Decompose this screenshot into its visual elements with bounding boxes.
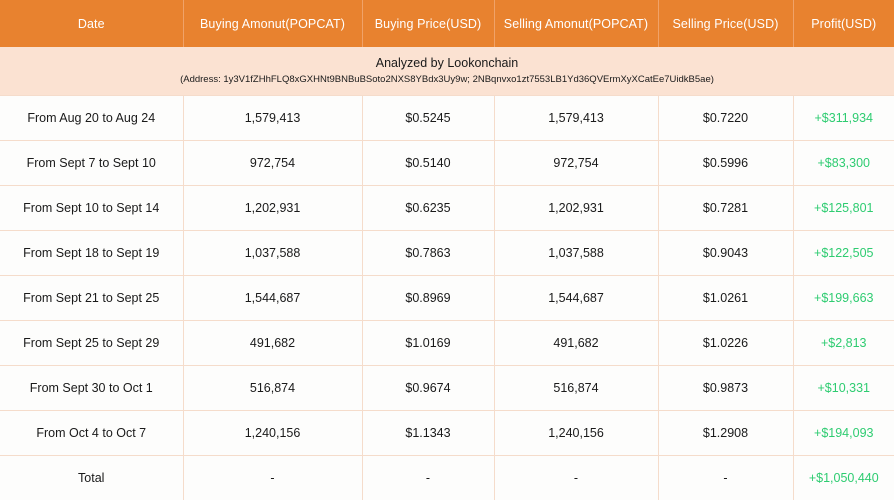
table-row: From Sept 30 to Oct 1 516,874 $0.9674 51…: [0, 365, 894, 411]
cell-buying-price: $0.6235: [362, 185, 495, 231]
column-header-date: Date: [0, 0, 184, 47]
cell-date: Total: [0, 455, 184, 500]
cell-selling-price: -: [658, 455, 794, 500]
cell-selling-amount: 1,037,588: [494, 230, 659, 276]
table-row: From Aug 20 to Aug 24 1,579,413 $0.5245 …: [0, 95, 894, 141]
profit-table-container: Date Buying Amonut(POPCAT) Buying Price(…: [0, 0, 894, 500]
attribution-banner-row: Analyzed by Lookonchain (Address: 1y3V1f…: [0, 47, 894, 96]
table-row: From Sept 18 to Sept 19 1,037,588 $0.786…: [0, 230, 894, 276]
column-header-selling-amount: Selling Amonut(POPCAT): [494, 0, 659, 47]
cell-selling-price: $0.7281: [658, 185, 794, 231]
column-header-selling-price: Selling Price(USD): [658, 0, 794, 47]
cell-selling-price: $0.9043: [658, 230, 794, 276]
column-header-buying-amount: Buying Amonut(POPCAT): [183, 0, 363, 47]
cell-profit: +$199,663: [793, 275, 894, 321]
cell-selling-price: $0.9873: [658, 365, 794, 411]
cell-profit: +$10,331: [793, 365, 894, 411]
cell-selling-price: $1.2908: [658, 410, 794, 456]
cell-buying-price: $0.9674: [362, 365, 495, 411]
cell-buying-amount: 1,202,931: [183, 185, 363, 231]
cell-date: From Sept 18 to Sept 19: [0, 230, 184, 276]
cell-selling-price: $0.7220: [658, 95, 794, 141]
cell-buying-amount: 972,754: [183, 140, 363, 186]
popcat-trading-profit-table: Date Buying Amonut(POPCAT) Buying Price(…: [0, 0, 894, 500]
cell-date: From Aug 20 to Aug 24: [0, 95, 184, 141]
cell-buying-amount: 1,544,687: [183, 275, 363, 321]
cell-selling-amount: 1,544,687: [494, 275, 659, 321]
cell-selling-amount: 1,240,156: [494, 410, 659, 456]
cell-buying-price: $0.5245: [362, 95, 495, 141]
cell-date: From Sept 10 to Sept 14: [0, 185, 184, 231]
attribution-address: (Address: 1y3V1fZHhFLQ8xGXHNt9BNBuBSoto2…: [180, 73, 714, 85]
cell-buying-price: $0.8969: [362, 275, 495, 321]
cell-profit: +$122,505: [793, 230, 894, 276]
cell-profit: +$2,813: [793, 320, 894, 366]
cell-buying-amount: -: [183, 455, 363, 500]
cell-selling-price: $1.0226: [658, 320, 794, 366]
cell-buying-amount: 516,874: [183, 365, 363, 411]
cell-profit: +$194,093: [793, 410, 894, 456]
cell-selling-amount: -: [494, 455, 659, 500]
table-row: From Sept 10 to Sept 14 1,202,931 $0.623…: [0, 185, 894, 231]
cell-date: From Sept 7 to Sept 10: [0, 140, 184, 186]
cell-buying-price: $1.1343: [362, 410, 495, 456]
cell-date: From Sept 21 to Sept 25: [0, 275, 184, 321]
column-header-profit: Profit(USD): [793, 0, 894, 47]
cell-buying-amount: 1,037,588: [183, 230, 363, 276]
table-row: From Oct 4 to Oct 7 1,240,156 $1.1343 1,…: [0, 410, 894, 456]
table-row: From Sept 21 to Sept 25 1,544,687 $0.896…: [0, 275, 894, 321]
cell-profit: +$125,801: [793, 185, 894, 231]
cell-date: From Oct 4 to Oct 7: [0, 410, 184, 456]
cell-buying-price: $0.5140: [362, 140, 495, 186]
cell-selling-amount: 972,754: [494, 140, 659, 186]
cell-selling-amount: 491,682: [494, 320, 659, 366]
cell-buying-amount: 1,579,413: [183, 95, 363, 141]
column-header-buying-price: Buying Price(USD): [362, 0, 495, 47]
attribution-title: Analyzed by Lookonchain: [375, 55, 519, 70]
table-header: Date Buying Amonut(POPCAT) Buying Price(…: [0, 0, 894, 47]
cell-selling-price: $0.5996: [658, 140, 794, 186]
cell-date: From Sept 25 to Sept 29: [0, 320, 184, 366]
header-row: Date Buying Amonut(POPCAT) Buying Price(…: [0, 0, 894, 47]
table-row-total: Total - - - - +$1,050,440: [0, 455, 894, 500]
cell-selling-amount: 1,579,413: [494, 95, 659, 141]
cell-profit: +$311,934: [793, 95, 894, 141]
cell-selling-amount: 516,874: [494, 365, 659, 411]
table-body: Analyzed by Lookonchain (Address: 1y3V1f…: [0, 47, 894, 500]
cell-profit-total: +$1,050,440: [793, 455, 894, 500]
cell-selling-price: $1.0261: [658, 275, 794, 321]
cell-buying-amount: 1,240,156: [183, 410, 363, 456]
cell-buying-price: $1.0169: [362, 320, 495, 366]
table-row: From Sept 25 to Sept 29 491,682 $1.0169 …: [0, 320, 894, 366]
cell-selling-amount: 1,202,931: [494, 185, 659, 231]
table-row: From Sept 7 to Sept 10 972,754 $0.5140 9…: [0, 140, 894, 186]
cell-buying-amount: 491,682: [183, 320, 363, 366]
cell-date: From Sept 30 to Oct 1: [0, 365, 184, 411]
cell-buying-price: $0.7863: [362, 230, 495, 276]
cell-buying-price: -: [362, 455, 495, 500]
cell-profit: +$83,300: [793, 140, 894, 186]
attribution-banner-cell: Analyzed by Lookonchain (Address: 1y3V1f…: [0, 47, 894, 96]
